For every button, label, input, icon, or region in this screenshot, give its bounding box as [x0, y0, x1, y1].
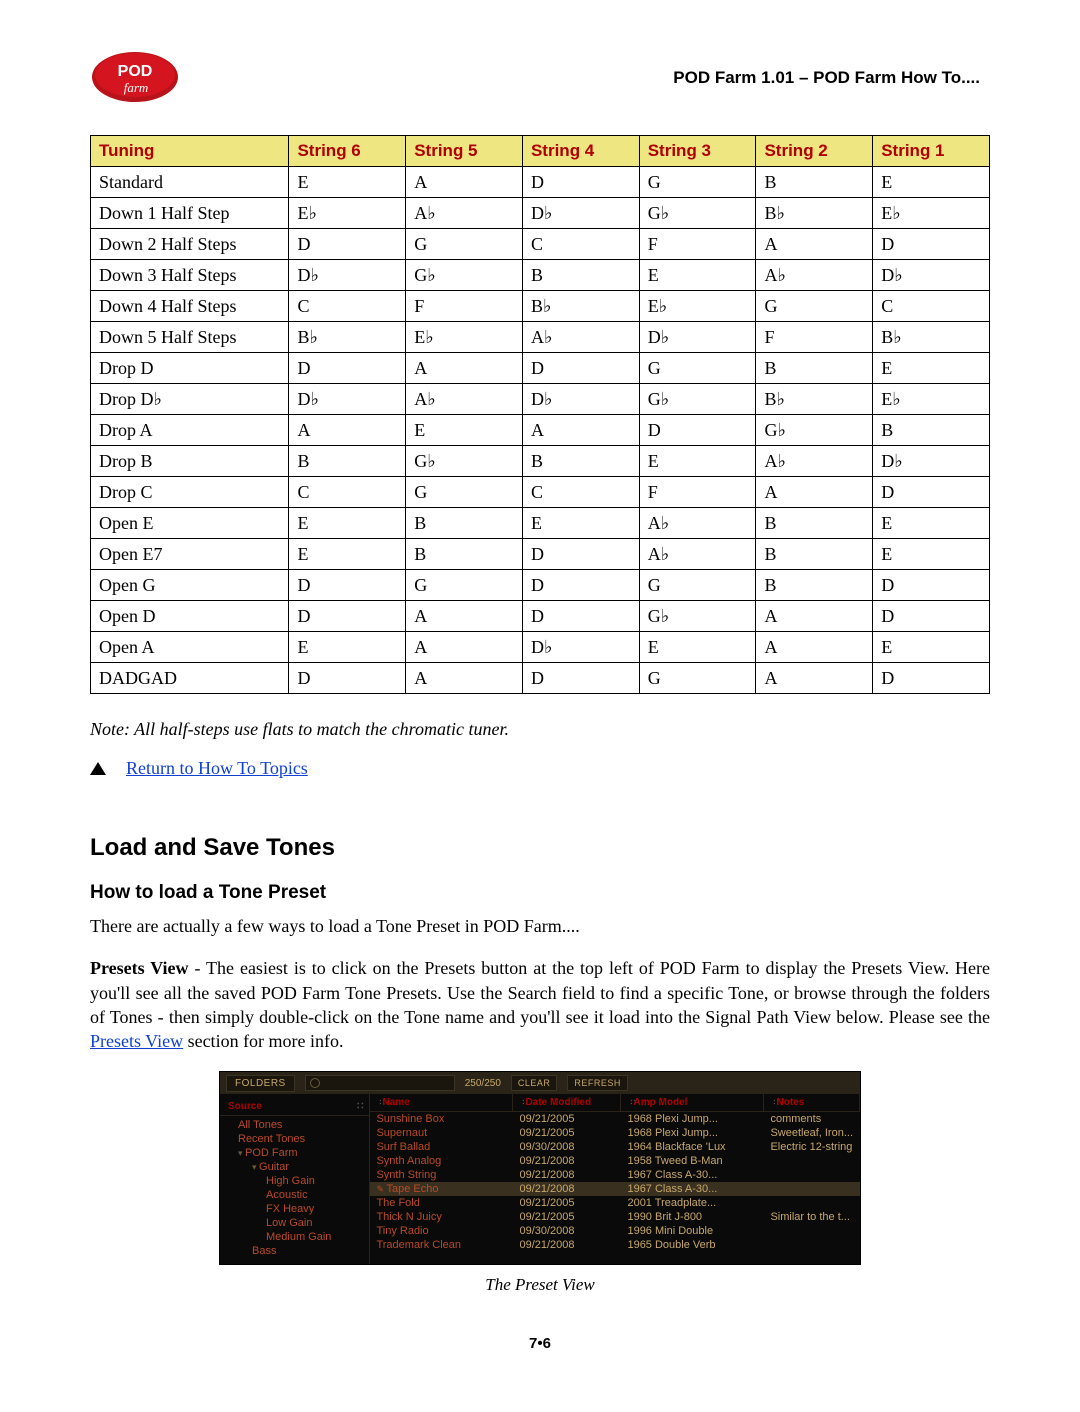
tuning-table: TuningString 6String 5String 4String 3St…	[90, 135, 990, 694]
column-header[interactable]: ∷Amp Model	[621, 1094, 764, 1111]
page-header: POD farm POD Farm 1.01 – POD Farm How To…	[90, 50, 990, 105]
list-item[interactable]: Sunshine Box09/21/20051968 Plexi Jump...…	[370, 1112, 860, 1126]
preset-topbar: FOLDERS 250/250 CLEAR REFRESH	[220, 1072, 860, 1094]
tree-item[interactable]: High Gain	[220, 1174, 369, 1188]
section-title: Load and Save Tones	[90, 834, 990, 862]
column-header[interactable]: ∷Notes	[764, 1094, 860, 1111]
table-row: DADGADDADGAD	[91, 663, 990, 694]
clear-button[interactable]: CLEAR	[511, 1075, 558, 1091]
figure-caption: The Preset View	[90, 1275, 990, 1295]
col-string-2: String 2	[756, 136, 873, 167]
col-string-4: String 4	[522, 136, 639, 167]
table-row: Drop CCGCFAD	[91, 477, 990, 508]
table-row: Open DDADG♭AD	[91, 601, 990, 632]
list-item[interactable]: The Fold09/21/20052001 Treadplate...	[370, 1196, 860, 1210]
table-row: Open E7EBDA♭BE	[91, 539, 990, 570]
tree-header: Source ∷	[220, 1098, 369, 1116]
col-string-3: String 3	[639, 136, 756, 167]
list-item[interactable]: Tiny Radio09/30/20081996 Mini Double	[370, 1224, 860, 1238]
table-row: Drop BBG♭BEA♭D♭	[91, 446, 990, 477]
tree-item[interactable]: All Tones	[220, 1118, 369, 1132]
table-row: Open AEAD♭EAE	[91, 632, 990, 663]
table-row: Drop DDADGBE	[91, 353, 990, 384]
list-item[interactable]: Tape Echo09/21/20081967 Class A-30...	[370, 1182, 860, 1196]
col-string-6: String 6	[289, 136, 406, 167]
preset-view-screenshot: FOLDERS 250/250 CLEAR REFRESH Source ∷ A…	[219, 1071, 861, 1265]
pod-farm-logo: POD farm	[90, 50, 180, 105]
table-row: Open GDGDGBD	[91, 570, 990, 601]
list-item[interactable]: Thick N Juicy09/21/20051990 Brit J-800Si…	[370, 1210, 860, 1224]
table-row: Down 5 Half StepsB♭E♭A♭D♭FB♭	[91, 322, 990, 353]
table-row: Down 2 Half StepsDGCFAD	[91, 229, 990, 260]
column-header[interactable]: ∷Name	[370, 1094, 513, 1111]
col-string-5: String 5	[406, 136, 523, 167]
table-row: Down 1 Half StepE♭A♭D♭G♭B♭E♭	[91, 198, 990, 229]
table-row: Down 4 Half StepsCFB♭E♭GC	[91, 291, 990, 322]
folders-button[interactable]: FOLDERS	[226, 1075, 295, 1092]
list-item[interactable]: Surf Ballad09/30/20081964 Blackface 'Lux…	[370, 1140, 860, 1154]
column-header[interactable]: ∷Date Modified	[513, 1094, 621, 1111]
subsection-title: How to load a Tone Preset	[90, 882, 990, 904]
svg-text:POD: POD	[118, 63, 153, 80]
triangle-up-icon	[90, 762, 106, 775]
preset-folder-tree: Source ∷ All TonesRecent TonesPOD FarmGu…	[220, 1094, 370, 1264]
presets-view-bold: Presets View	[90, 958, 189, 978]
tree-item[interactable]: Guitar	[220, 1160, 369, 1174]
para2-tail: section for more info.	[183, 1031, 343, 1051]
preset-list: ∷Name∷Date Modified∷Amp Model∷Notes Suns…	[370, 1094, 860, 1264]
list-item[interactable]: Synth Analog09/21/20081958 Tweed B-Man	[370, 1154, 860, 1168]
table-row: StandardEADGBE	[91, 167, 990, 198]
table-row: Open EEBEA♭BE	[91, 508, 990, 539]
tree-item[interactable]: Medium Gain	[220, 1230, 369, 1244]
return-link[interactable]: Return to How To Topics	[126, 758, 308, 779]
list-item[interactable]: Supernaut09/21/20051968 Plexi Jump...Swe…	[370, 1126, 860, 1140]
search-input[interactable]	[305, 1075, 455, 1091]
tree-item[interactable]: Low Gain	[220, 1216, 369, 1230]
preset-count: 250/250	[465, 1078, 501, 1089]
presets-paragraph: Presets View - The easiest is to click o…	[90, 956, 990, 1053]
presets-view-link[interactable]: Presets View	[90, 1031, 183, 1051]
tree-item[interactable]: Acoustic	[220, 1188, 369, 1202]
tuning-note: Note: All half-steps use flats to match …	[90, 719, 990, 740]
para2-body: - The easiest is to click on the Presets…	[90, 958, 990, 1027]
tree-item[interactable]: Bass	[220, 1244, 369, 1258]
tree-item[interactable]: POD Farm	[220, 1146, 369, 1160]
refresh-button[interactable]: REFRESH	[567, 1075, 628, 1091]
col-string-1: String 1	[873, 136, 990, 167]
table-row: Drop D♭D♭A♭D♭G♭B♭E♭	[91, 384, 990, 415]
header-title: POD Farm 1.01 – POD Farm How To....	[673, 68, 980, 88]
table-row: Drop AAEADG♭B	[91, 415, 990, 446]
table-row: Down 3 Half StepsD♭G♭BEA♭D♭	[91, 260, 990, 291]
return-row: Return to How To Topics	[90, 758, 990, 779]
grip-icon: ∷	[357, 1101, 361, 1112]
col-tuning: Tuning	[91, 136, 289, 167]
list-item[interactable]: Trademark Clean09/21/20081965 Double Ver…	[370, 1238, 860, 1252]
tree-item[interactable]: Recent Tones	[220, 1132, 369, 1146]
svg-text:farm: farm	[124, 80, 149, 95]
page-number: 7•6	[90, 1335, 990, 1352]
intro-paragraph: There are actually a few ways to load a …	[90, 914, 990, 938]
tree-item[interactable]: FX Heavy	[220, 1202, 369, 1216]
list-item[interactable]: Synth String09/21/20081967 Class A-30...	[370, 1168, 860, 1182]
